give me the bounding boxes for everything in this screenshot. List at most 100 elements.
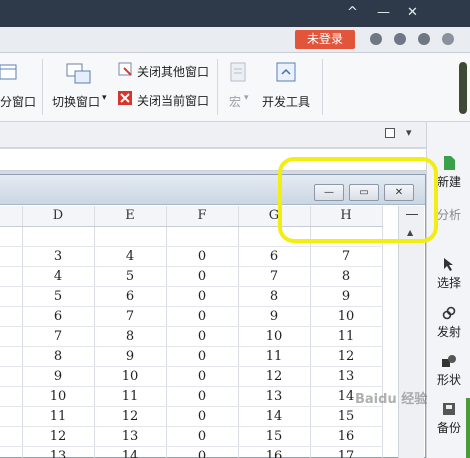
vertical-scrollbar[interactable]: ▲ (398, 206, 424, 458)
cell[interactable]: 6 (94, 286, 167, 307)
cell[interactable]: 0 (166, 406, 239, 427)
cell[interactable]: 11 (22, 406, 95, 427)
cell[interactable]: 5 (22, 286, 95, 307)
cell[interactable]: 13 (310, 366, 383, 387)
chevron-down-icon[interactable]: ▾ (244, 93, 249, 103)
cell[interactable]: 12 (310, 346, 383, 367)
cell[interactable]: 11 (310, 326, 383, 347)
cell[interactable]: 11 (94, 386, 167, 407)
cell[interactable]: 0 (166, 246, 239, 267)
help-icon[interactable] (442, 33, 454, 45)
cell[interactable]: 17 (310, 446, 383, 458)
cell[interactable]: 8 (94, 326, 167, 347)
cell[interactable]: 0 (166, 266, 239, 287)
cell[interactable]: 6 (22, 306, 95, 327)
ribbon-scroll-handle[interactable] (459, 62, 467, 114)
split-window-label[interactable]: 分窗口 (0, 93, 36, 110)
switch-window-icon[interactable] (66, 63, 92, 85)
cell[interactable]: 3 (22, 246, 95, 267)
cell[interactable]: 0 (166, 306, 239, 327)
cell[interactable]: 8 (22, 346, 95, 367)
cell[interactable]: 8 (238, 286, 311, 307)
dropdown-menu-icon[interactable]: ▾ (406, 126, 412, 139)
cell[interactable]: 13 (94, 426, 167, 447)
cell[interactable]: 8 (310, 266, 383, 287)
cell[interactable]: 10 (22, 386, 95, 407)
cell[interactable]: 0 (166, 326, 239, 347)
pin-icon[interactable] (385, 128, 395, 138)
cell[interactable]: 13 (22, 446, 95, 458)
cell[interactable]: 9 (310, 286, 383, 307)
column-header-e[interactable]: E (94, 206, 167, 227)
cell[interactable]: 5 (94, 266, 167, 287)
cell[interactable]: 7 (22, 326, 95, 347)
cell[interactable]: 12 (22, 426, 95, 447)
cell[interactable]: 7 (238, 266, 311, 287)
row-lead-cell[interactable] (0, 426, 23, 447)
table-row: 7 8 0 10 11 (0, 326, 383, 347)
column-header-d[interactable]: D (22, 206, 95, 227)
cell[interactable]: 6 (238, 246, 311, 267)
close-button[interactable]: ✕ (407, 5, 418, 21)
row-lead-cell[interactable] (0, 246, 23, 267)
close-other-windows-button[interactable]: 关闭其他窗口 (137, 63, 209, 80)
cell[interactable]: 9 (238, 306, 311, 327)
cell[interactable]: 12 (238, 366, 311, 387)
row-lead-cell[interactable] (0, 366, 23, 387)
pane-shape-button[interactable]: 形状 (427, 354, 470, 388)
login-button[interactable]: 未登录 (295, 30, 355, 49)
chevron-down-icon[interactable]: ▾ (102, 93, 107, 103)
row-lead-cell[interactable] (0, 286, 23, 307)
cell[interactable]: 0 (166, 346, 239, 367)
row-lead-cell[interactable] (0, 326, 23, 347)
column-header-f[interactable]: F (166, 206, 239, 227)
cell[interactable]: 10 (310, 306, 383, 327)
row-lead-cell[interactable] (0, 446, 23, 458)
cell[interactable]: 0 (166, 366, 239, 387)
cell[interactable]: 13 (238, 386, 311, 407)
shirt-icon[interactable] (418, 33, 430, 45)
skin-icon[interactable] (370, 33, 382, 45)
row-lead-cell[interactable] (0, 346, 23, 367)
cell[interactable]: 10 (238, 326, 311, 347)
cell[interactable]: 15 (310, 406, 383, 427)
cell[interactable]: 0 (166, 446, 239, 458)
switch-window-button[interactable]: 切换窗口 (52, 93, 100, 110)
cell[interactable]: 15 (238, 426, 311, 447)
cell[interactable]: 4 (94, 246, 167, 267)
cell[interactable]: 14 (94, 446, 167, 458)
cell[interactable]: 11 (238, 346, 311, 367)
developer-tools-button[interactable]: 开发工具 (262, 93, 310, 110)
cell[interactable]: 4 (22, 266, 95, 287)
cell[interactable]: 7 (94, 306, 167, 327)
row-lead-cell[interactable] (0, 306, 23, 327)
cell[interactable] (22, 226, 95, 247)
pane-analyze-label: 分析 (436, 208, 461, 222)
pane-select-button[interactable]: 选择 (427, 257, 470, 291)
cell[interactable]: 0 (166, 426, 239, 447)
cell[interactable]: 9 (22, 366, 95, 387)
collapse-ribbon-button[interactable]: ^ (347, 5, 358, 21)
cell[interactable]: 14 (238, 406, 311, 427)
close-current-window-button[interactable]: 关闭当前窗口 (137, 92, 209, 109)
refresh-icon[interactable] (394, 33, 406, 45)
cell[interactable]: 0 (166, 286, 239, 307)
minimize-button[interactable]: — (377, 5, 390, 21)
cell[interactable] (94, 226, 167, 247)
row-lead-cell[interactable] (0, 226, 23, 247)
row-lead-cell[interactable] (0, 406, 23, 427)
cell[interactable]: 12 (94, 406, 167, 427)
cell[interactable]: 7 (310, 246, 383, 267)
cell[interactable]: 16 (238, 446, 311, 458)
cell[interactable] (166, 226, 239, 247)
cell[interactable]: 9 (94, 346, 167, 367)
macro-button[interactable]: 宏 (229, 93, 241, 110)
cell[interactable]: 16 (310, 426, 383, 447)
cell[interactable]: 10 (94, 366, 167, 387)
pane-send-button[interactable]: 发射 (427, 306, 470, 340)
row-lead-cell[interactable] (0, 266, 23, 287)
cell[interactable]: 0 (166, 386, 239, 407)
pane-backup-button[interactable]: 备份 (427, 402, 470, 436)
row-lead-cell[interactable] (0, 386, 23, 407)
ribbon-separator (217, 59, 218, 115)
